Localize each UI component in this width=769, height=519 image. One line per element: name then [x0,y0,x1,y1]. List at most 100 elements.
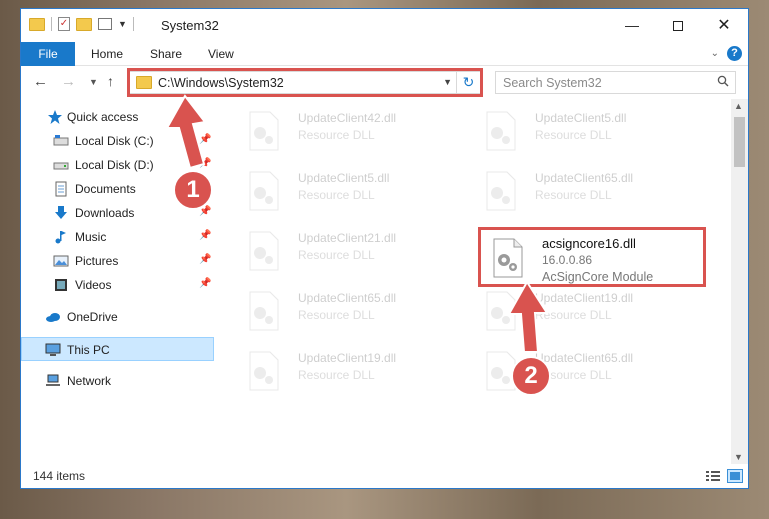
file-name: UpdateClient19.dll [535,291,634,305]
sidebar-item-pictures[interactable]: Pictures 📌 [21,249,214,273]
search-box[interactable]: Search System32 [495,71,736,94]
file-description: Resource DLL [298,248,375,262]
file-name: UpdateClient5.dll [535,111,627,125]
sidebar-item-label: Network [67,374,112,388]
details-view-icon[interactable] [705,469,721,483]
sidebar-item-label: Videos [75,278,112,292]
music-icon [55,231,66,244]
sidebar-item-label: This PC [67,343,110,357]
scroll-thumb[interactable] [734,117,745,167]
file-name: UpdateClient42.dll [298,111,397,125]
tab-share[interactable]: Share [150,42,182,66]
file-description: Resource DLL [298,128,375,142]
dll-file-icon [486,171,516,211]
file-description: Resource DLL [535,128,612,142]
file-description: Resource DLL [298,188,375,202]
file-item[interactable]: UpdateClient21.dll Resource DLL [240,223,470,279]
close-button[interactable]: ✕ [701,9,747,42]
file-item[interactable]: UpdateClient42.dll Resource DLL [240,103,470,159]
sidebar-item-this-pc[interactable]: This PC [21,337,214,361]
folder-icon[interactable] [29,17,45,31]
file-item[interactable]: UpdateClient19.dll Resource DLL [240,343,470,399]
file-item[interactable]: UpdateClient19.dll Resource DLL [477,283,707,339]
callout-step-2: 2 [511,356,551,396]
ribbon-tabs: File Home Share View ⌄ ? [21,42,748,66]
file-item[interactable]: UpdateClient5.dll Resource DLL [240,163,470,219]
pin-icon[interactable]: 📌 [199,230,211,241]
annotation-highlight-file [478,227,706,287]
sidebar-item-network[interactable]: Network [21,369,214,393]
cloud-icon [46,313,60,322]
customize-icon[interactable] [98,18,112,30]
sidebar-item-label: Music [75,230,107,244]
new-folder-icon[interactable] [76,17,92,31]
tab-view[interactable]: View [208,42,234,66]
sidebar-item-quick-access[interactable]: Quick access [21,105,214,129]
file-item[interactable]: UpdateClient5.dll Resource DLL [477,103,707,159]
properties-check-icon[interactable]: ✓ [58,17,70,31]
file-name: UpdateClient65.dll [535,171,634,185]
explorer-window: ✓ ▼ System32 — ✕ File Home Share View ⌄ … [20,8,749,489]
dll-file-icon [249,231,279,271]
sidebar-item-onedrive[interactable]: OneDrive [21,305,214,329]
tab-file[interactable]: File [21,42,75,66]
sidebar-item-music[interactable]: Music 📌 [21,225,214,249]
sidebar-item-videos[interactable]: Videos 📌 [21,273,214,297]
sidebar-item-label: Downloads [75,206,135,220]
item-count: 144 items [33,469,86,483]
sidebar-item-label: Quick access [67,110,139,124]
expand-ribbon-icon[interactable]: ⌄ [711,48,719,59]
star-icon [48,110,62,124]
scroll-up-icon[interactable]: ▲ [734,101,743,111]
pin-icon[interactable]: 📌 [199,158,211,169]
pin-icon[interactable]: 📌 [199,278,211,289]
sidebar-item-label: OneDrive [67,310,118,324]
drive-icon [53,162,69,170]
up-arrow-icon[interactable]: ↑ [107,73,114,89]
download-icon [55,206,67,219]
help-icon[interactable]: ? [727,46,742,61]
pictures-icon [53,255,69,267]
dll-file-icon [249,111,279,151]
maximize-icon [673,21,683,32]
file-description: Resource DLL [298,308,375,322]
quick-access-toolbar: ✓ ▼ [29,17,134,31]
tab-home[interactable]: Home [91,42,123,66]
sidebar-item-label: Local Disk (D:) [75,158,154,172]
pin-icon[interactable]: 📌 [199,134,211,145]
sidebar-item-label: Pictures [75,254,119,268]
back-arrow-icon[interactable]: ← [33,73,48,90]
pc-icon [45,343,61,356]
navigation-bar: ← → ▼ ↑ C:\Windows\System32 ▼ ↻ Search S… [21,67,748,98]
dll-file-icon [249,351,279,391]
status-bar: 144 items [21,464,748,488]
vertical-scrollbar[interactable]: ▲ ▼ [731,99,748,464]
file-item[interactable]: UpdateClient65.dll Resource DLL [240,283,470,339]
navigation-pane: Quick access Local Disk (C:) 📌 Local Dis… [21,105,214,463]
dll-file-icon [249,171,279,211]
window-title: System32 [161,18,219,33]
pin-icon[interactable]: 📌 [199,254,211,265]
large-icons-view-icon[interactable] [727,469,743,483]
scroll-down-icon[interactable]: ▼ [734,452,743,462]
search-icon [717,75,729,87]
file-item[interactable]: UpdateClient65.dll Resource DLL [477,163,707,219]
file-description: Resource DLL [535,188,612,202]
file-description: Resource DLL [535,308,612,322]
dll-file-icon [486,111,516,151]
divider [132,17,134,31]
sidebar-item-local-disk-c[interactable]: Local Disk (C:) 📌 [21,129,214,153]
chevron-down-icon[interactable]: ▼ [118,19,127,29]
annotation-highlight-address [127,68,483,97]
recent-locations-icon[interactable]: ▼ [89,77,98,87]
forward-arrow-icon[interactable]: → [61,73,76,90]
divider [51,17,52,31]
minimize-button[interactable]: — [609,9,655,42]
maximize-button[interactable] [655,9,701,42]
sidebar-item-label: Documents [75,182,136,196]
file-name: UpdateClient5.dll [298,171,390,185]
callout-step-1: 1 [173,170,213,210]
dll-file-icon [249,291,279,331]
search-input[interactable]: Search System32 [503,76,602,90]
network-icon [46,374,60,386]
